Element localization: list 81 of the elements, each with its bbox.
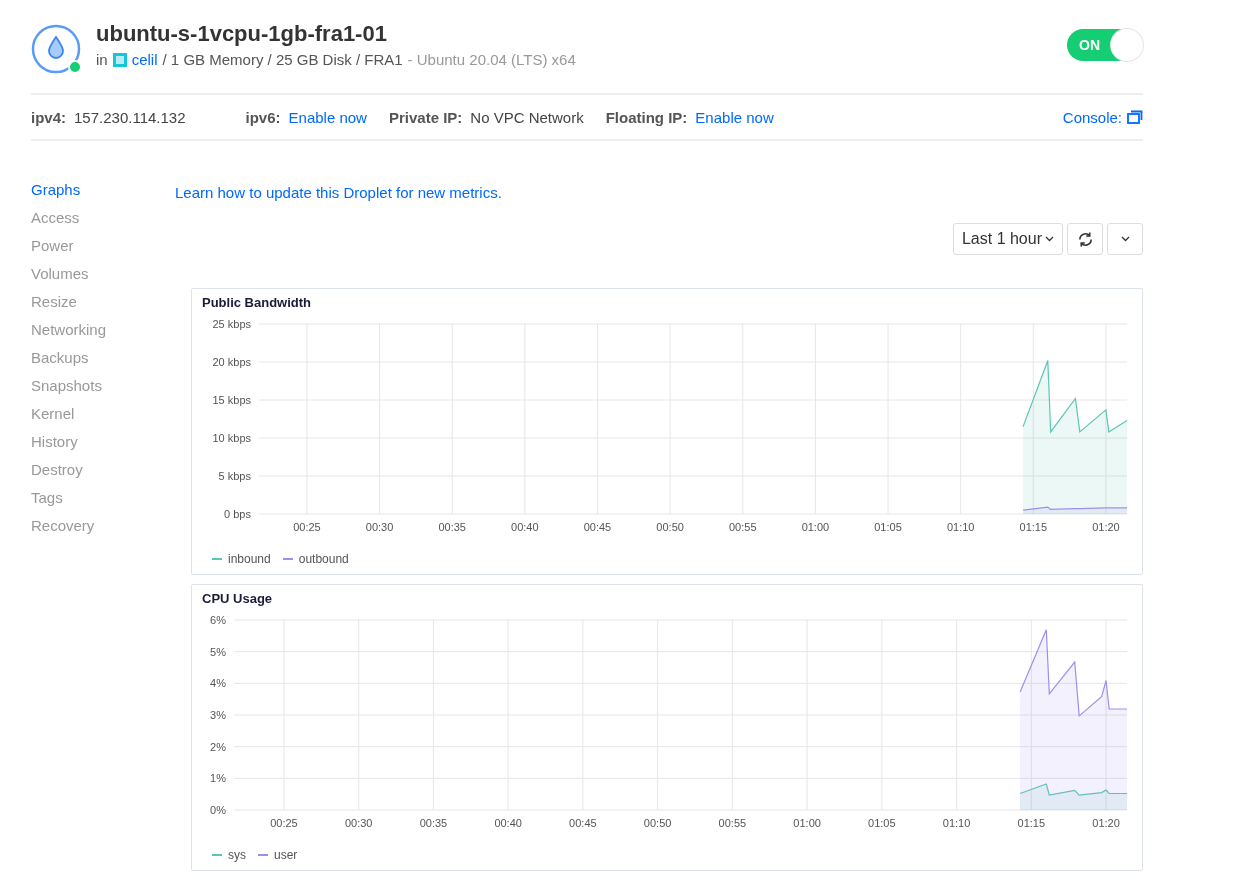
axis-label: 5% [210, 645, 226, 658]
axis-label: 01:05 [874, 521, 902, 533]
ip-value: 157.230.114.132 [74, 108, 186, 126]
axis-label: 2% [210, 740, 226, 753]
refresh-button[interactable] [1067, 223, 1103, 255]
axis-label: 01:20 [1092, 817, 1120, 829]
axis-label: 00:30 [344, 817, 373, 829]
sidebar-item[interactable]: Volumes [31, 260, 89, 288]
axis-label: 4% [210, 677, 226, 690]
axis-label: 00:55 [729, 521, 757, 533]
axis-label: 01:00 [793, 817, 821, 829]
sidebar-item[interactable]: Resize [31, 288, 77, 316]
project-icon [112, 52, 127, 67]
axis-label: 01:10 [946, 521, 975, 533]
axis-label: 01:20 [1092, 521, 1120, 533]
legend-label: outbound [298, 552, 349, 566]
axis-label: 00:50 [643, 817, 672, 829]
chart-title: CPU Usage [202, 591, 274, 606]
axis-label: 00:35 [438, 521, 466, 533]
project-link[interactable]: celil [131, 51, 158, 68]
sidebar-item[interactable]: Recovery [31, 512, 95, 540]
legend-label: sys [228, 848, 246, 862]
update-metrics-link[interactable]: Learn how to update this Droplet for new metrics. [175, 184, 502, 201]
ip-label: ipv4: [31, 108, 66, 126]
axis-label: 00:55 [718, 817, 747, 829]
axis-label: 15 kbps [212, 394, 251, 406]
axis-label: 00:35 [419, 817, 448, 829]
axis-label: 00:30 [365, 521, 394, 533]
droplet-name: ubuntu-s-1vcpu-1gb-fra1-01 [96, 21, 388, 47]
axis-label: 3% [210, 709, 226, 721]
enable-link[interactable]: Enable now [288, 108, 367, 126]
refresh-icon [1076, 230, 1094, 248]
axis-label: 0 bps [224, 508, 251, 520]
sidebar-item[interactable]: Power [31, 232, 74, 260]
droplet-specs: / 1 GB Memory / 25 GB Disk / FRA1 [162, 51, 403, 68]
axis-label: 00:25 [270, 817, 298, 829]
axis-label: 00:25 [293, 521, 321, 533]
sidebar-item[interactable]: Access [31, 204, 80, 232]
axis-label: 01:10 [942, 817, 971, 829]
status-dot [68, 59, 82, 74]
axis-label: 0% [210, 804, 226, 816]
power-toggle[interactable]: ON [1067, 28, 1143, 61]
axis-label: 01:15 [1019, 521, 1048, 533]
droplet-image: - Ubuntu 20.04 (LTS) x64 [407, 51, 576, 68]
external-window-icon [1127, 110, 1143, 124]
sidebar-item[interactable]: Networking [31, 316, 107, 344]
chevron-down-icon [1120, 236, 1130, 242]
axis-label: 5 kbps [218, 470, 251, 482]
axis-label: 6% [210, 614, 226, 626]
sidebar-item[interactable]: Backups [31, 344, 89, 372]
chevron-down-icon [1045, 236, 1054, 242]
console-link[interactable]: Console: [1062, 108, 1143, 126]
in-label: in [96, 51, 108, 68]
axis-label: 01:00 [801, 521, 830, 533]
sidebar-item[interactable]: Destroy [31, 456, 83, 484]
axis-label: 25 kbps [212, 318, 251, 330]
ip-label: Private IP: [388, 108, 463, 126]
sidebar-item[interactable]: History [31, 428, 78, 456]
time-range-dropdown[interactable]: Last 1 hour [952, 223, 1063, 255]
enable-link[interactable]: Enable now [695, 108, 774, 126]
axis-label: 00:40 [511, 521, 539, 533]
axis-label: 01:05 [868, 817, 896, 829]
legend-label: user [274, 848, 298, 862]
sidebar-item[interactable]: Tags [31, 484, 63, 512]
ip-label: ipv6: [245, 108, 281, 126]
axis-label: 00:45 [569, 817, 597, 829]
axis-label: 00:40 [494, 817, 522, 829]
ip-label: Floating IP: [605, 108, 688, 126]
ip-value: No VPC Network [470, 108, 584, 126]
axis-label: 00:45 [583, 521, 612, 533]
axis-label: 1% [210, 772, 226, 785]
sidebar-item[interactable]: Snapshots [31, 372, 102, 400]
axis-label: 20 kbps [212, 356, 251, 368]
sidebar-item[interactable]: Graphs [31, 176, 81, 204]
chart-title: Public Bandwidth [202, 295, 313, 310]
axis-label: 10 kbps [212, 432, 251, 444]
axis-label: 00:50 [656, 521, 684, 533]
droplet-icon [31, 23, 81, 74]
axis-label: 01:15 [1017, 817, 1046, 829]
legend-label: inbound [228, 552, 271, 566]
sidebar-item[interactable]: Kernel [31, 400, 75, 428]
